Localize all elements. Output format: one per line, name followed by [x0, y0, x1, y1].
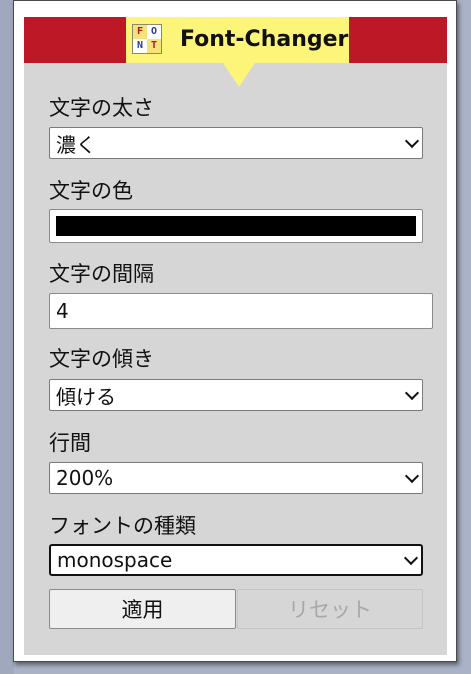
- font-weight-label: 文字の太さ: [49, 96, 154, 120]
- logo-letter-n: N: [133, 39, 147, 53]
- chevron-down-icon: [404, 385, 420, 401]
- font-color-picker[interactable]: [49, 209, 423, 243]
- font-family-value: monospace: [57, 548, 173, 572]
- font-slant-value: 傾ける: [56, 384, 116, 409]
- settings-panel: F O N T Font-Changer 文字の太さ 濃く 文字の色 文字の間隔…: [24, 17, 447, 655]
- app-title: Font-Changer: [180, 27, 349, 52]
- line-height-label: 行間: [49, 431, 91, 455]
- line-height-value: 200%: [56, 466, 114, 490]
- font-weight-select[interactable]: 濃く: [49, 127, 423, 159]
- title-pointer: [223, 63, 255, 87]
- font-slant-label: 文字の傾き: [49, 347, 154, 371]
- color-swatch: [56, 216, 416, 236]
- chevron-down-icon: [404, 468, 420, 484]
- font-slant-select[interactable]: 傾ける: [49, 379, 423, 411]
- font-family-label: フォントの種類: [49, 514, 196, 538]
- letter-spacing-value: 4: [56, 299, 69, 323]
- extension-popup: F O N T Font-Changer 文字の太さ 濃く 文字の色 文字の間隔…: [13, 0, 457, 662]
- chevron-down-icon: [404, 133, 420, 149]
- apply-button[interactable]: 適用: [49, 589, 236, 629]
- reset-button[interactable]: リセット: [237, 589, 423, 629]
- letter-spacing-label: 文字の間隔: [49, 262, 154, 286]
- logo-letter-f: F: [133, 25, 147, 39]
- logo-letter-t: T: [147, 39, 161, 53]
- line-height-select[interactable]: 200%: [49, 462, 423, 494]
- chevron-down-icon: [403, 550, 419, 566]
- font-logo-icon: F O N T: [132, 24, 162, 54]
- background-page: [0, 0, 14, 674]
- letter-spacing-input[interactable]: 4: [49, 293, 433, 329]
- font-weight-value: 濃く: [56, 132, 96, 157]
- title-tab: F O N T Font-Changer: [126, 17, 349, 63]
- font-color-label: 文字の色: [49, 179, 133, 203]
- logo-letter-o: O: [147, 25, 161, 39]
- font-family-select[interactable]: monospace: [49, 544, 423, 576]
